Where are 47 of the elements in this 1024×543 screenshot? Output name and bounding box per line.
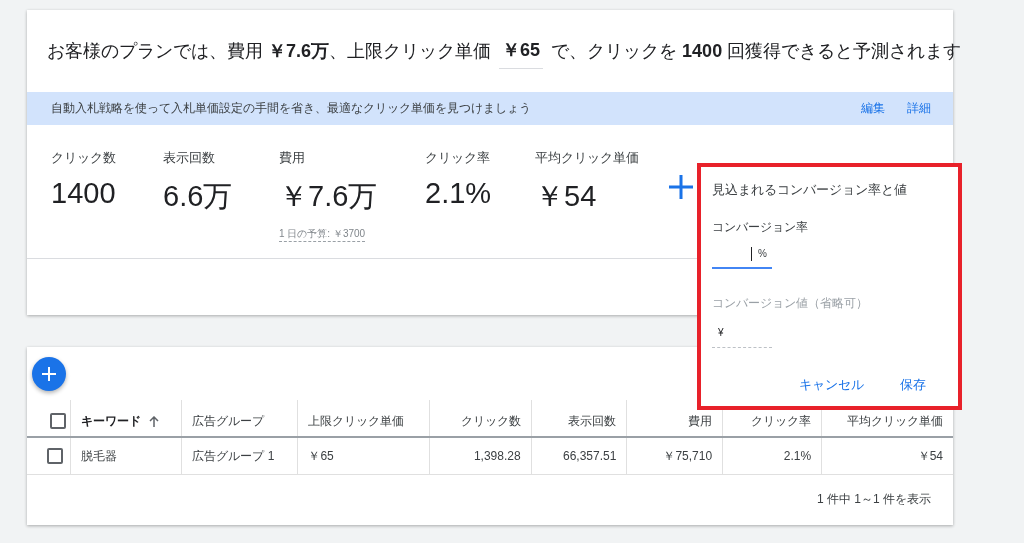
budget-note[interactable]: 1 日の予算: ￥3700 [279,227,366,242]
plus-icon[interactable] [667,173,695,201]
column-header[interactable]: クリック率 [751,413,812,428]
column-header[interactable]: 広告グループ [192,413,265,428]
table-cell: 2.1% [783,449,812,463]
forecast-headline: お客様のプランでは、費用 ￥7.6万、上限クリック単価 [47,40,492,63]
add-button[interactable] [32,357,66,391]
metric-value: 2.1% [425,177,492,210]
banner-text: 自動入札戦略を使って入札単価設定の手間を省き、最適なクリック単価を見つけましょう [51,100,532,117]
banner-link[interactable]: 編集 [861,101,885,115]
table-cell: 66,357.51 [562,449,617,463]
metric-value: 1400 [51,177,116,210]
save-button[interactable]: 保存 [894,372,932,398]
metric-value: ￥7.6万 [279,179,378,214]
metric-label: 費用 [279,149,305,167]
metric-label: クリック数 [51,149,116,167]
column-header[interactable]: キーワード [80,413,141,428]
popup-title: 見込まれるコンバージョン率と値 [712,181,907,199]
plus-icon [42,367,56,381]
table-cell: ￥54 [917,448,943,463]
field-label: コンバージョン率 [712,219,808,236]
max-cpc-field[interactable]: ￥65 [499,33,544,69]
table-cell: 1,398.28 [473,449,521,463]
banner-link[interactable]: 詳細 [907,101,931,115]
conversion-value-field[interactable]: ¥ [712,318,772,348]
column-header[interactable]: 上限クリック単価 [308,413,405,428]
metric-label: 平均クリック単価 [535,149,639,167]
metric-label: クリック率 [425,149,490,167]
metric-value: ￥54 [535,179,597,214]
table-cell: ￥65 [308,448,334,463]
column-header[interactable]: 費用 [688,413,713,428]
table-cell: ￥75,710 [663,448,713,463]
conversion-rate-field[interactable]: % [712,240,772,269]
column-header[interactable]: 平均クリック単価 [847,413,943,428]
sort-arrow-icon[interactable] [148,415,159,427]
field-label: コンバージョン値（省略可） [712,295,868,312]
column-header[interactable]: 表示回数 [568,413,617,428]
forecast-headline: で、クリックを 1400 回獲得できると予測されます [551,40,962,63]
checkbox[interactable] [47,448,63,464]
pagination-text: 1 件中 1～1 件を表示 [816,491,931,508]
table-cell: 広告グループ 1 [192,448,275,463]
checkbox[interactable] [50,413,67,429]
cancel-button[interactable]: キャンセル [793,372,870,398]
metric-label: 表示回数 [163,149,215,167]
metric-value: 6.6万 [163,179,233,214]
column-header[interactable]: クリック数 [460,413,521,428]
table-cell: 脱毛器 [80,448,117,463]
